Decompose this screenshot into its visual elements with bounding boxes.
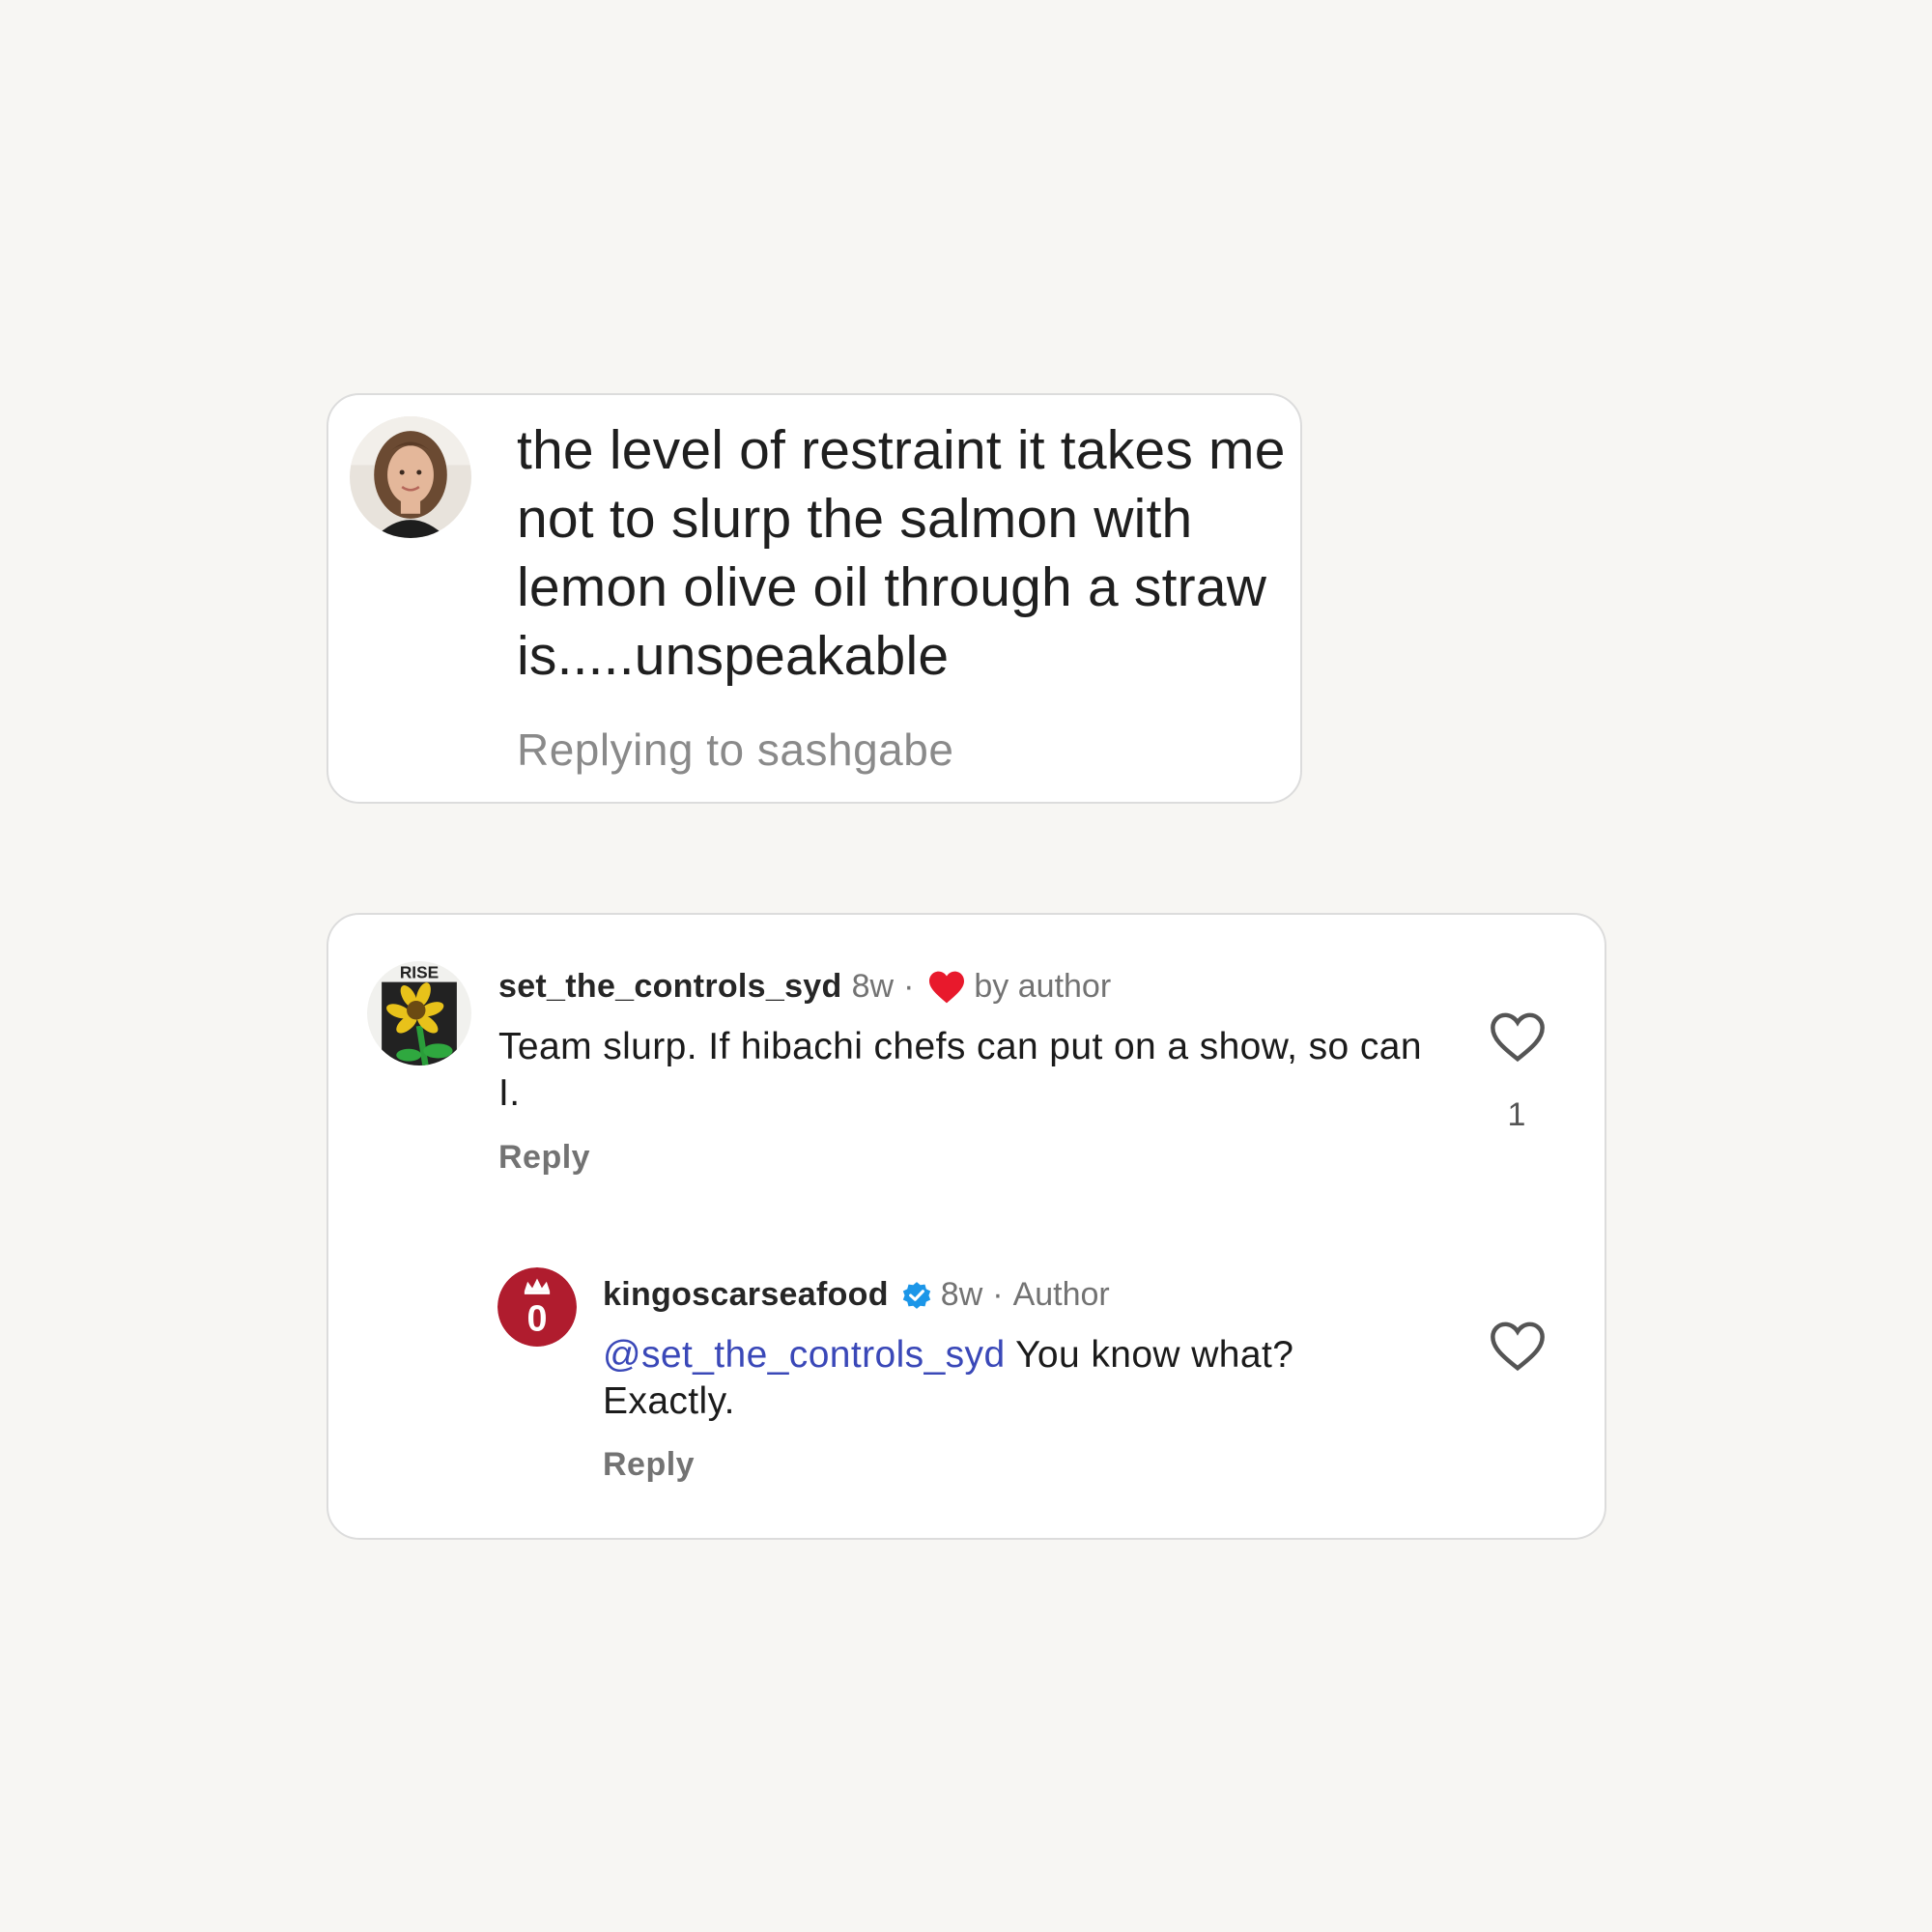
author-username[interactable]: kingoscarseafood — [603, 1276, 889, 1314]
commenter-avatar[interactable] — [350, 416, 471, 538]
author-avatar[interactable]: 0 — [497, 1267, 577, 1347]
reply-button[interactable]: Reply — [603, 1446, 695, 1484]
avatar-rise-text: RISE — [400, 962, 439, 981]
commenter-avatar[interactable]: RISE — [367, 961, 471, 1065]
verified-badge-icon — [900, 1279, 933, 1312]
replying-to-label: Replying to sashgabe — [517, 724, 954, 775]
username[interactable]: set_the_controls_syd — [498, 968, 842, 1006]
liked-by-author-label: by author — [974, 968, 1112, 1005]
author-label: Author — [1012, 1276, 1110, 1313]
mention-link[interactable]: @set_the_controls_syd — [603, 1334, 1006, 1376]
comment-meta: set_the_controls_syd 8w · by author — [498, 968, 1111, 1006]
comment-age: 8w — [851, 968, 895, 1005]
rise-sunflower-avatar-icon: RISE — [367, 961, 471, 1065]
like-count: 1 — [1507, 1096, 1526, 1133]
reply-meta: kingoscarseafood 8w · Author — [603, 1276, 1110, 1314]
reply-age: 8w — [940, 1276, 983, 1313]
logo-zero-text: 0 — [527, 1298, 548, 1339]
profile-photo-icon — [350, 416, 471, 538]
separator: · — [992, 1276, 1004, 1313]
king-oscar-logo-icon: 0 — [497, 1267, 577, 1347]
liked-by-author-heart-icon — [927, 970, 966, 1005]
separator: · — [903, 968, 915, 1005]
comment-text: the level of restraint it takes me not t… — [517, 419, 1286, 687]
replying-comment-card: the level of restraint it takes me not t… — [327, 393, 1302, 804]
like-heart-icon[interactable] — [1490, 1011, 1546, 1064]
reply-button[interactable]: Reply — [498, 1139, 590, 1177]
reply-body: @set_the_controls_syd You know what? Exa… — [603, 1332, 1395, 1425]
like-heart-icon[interactable] — [1490, 1321, 1546, 1373]
comment-body: Team slurp. If hibachi chefs can put on … — [498, 1026, 1422, 1114]
comment-thread-card: RISE set_the_controls_syd 8w · by author… — [327, 913, 1606, 1540]
